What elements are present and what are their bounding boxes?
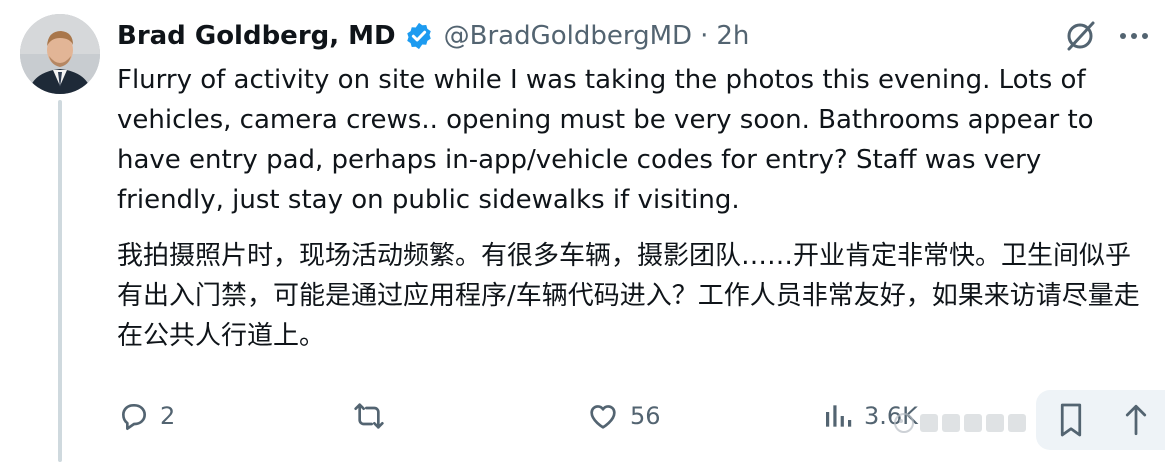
author-name[interactable]: Brad Goldberg, MD	[117, 21, 396, 51]
post-time[interactable]: 2h	[716, 21, 749, 51]
like-button[interactable]: 56	[586, 400, 661, 432]
views-icon	[826, 405, 852, 427]
post-text-english: Flurry of activity on site while I was t…	[117, 65, 1094, 215]
bookmark-icon	[1060, 403, 1082, 437]
reply-icon	[122, 404, 146, 430]
separator-dot: ·	[700, 21, 709, 51]
repost-button[interactable]	[352, 400, 396, 432]
more-icon[interactable]	[1114, 20, 1154, 52]
repost-icon	[354, 403, 384, 429]
share-icon	[1125, 404, 1146, 436]
verified-badge-icon[interactable]	[404, 21, 434, 51]
watermark	[890, 405, 1038, 441]
avatar[interactable]	[20, 14, 100, 94]
share-button[interactable]	[1106, 390, 1165, 450]
post-text-chinese: 我拍摄照片时，现场活动频繁。有很多车辆，摄影团队……开业肯定非常快。卫生间似乎有…	[117, 241, 1140, 351]
bookmark-button[interactable]	[1036, 390, 1106, 450]
reply-count: 2	[160, 402, 176, 430]
grok-icon[interactable]	[1062, 18, 1098, 54]
reply-button[interactable]: 2	[118, 400, 175, 432]
author-handle[interactable]: @BradGoldbergMD	[444, 21, 692, 51]
like-count: 56	[630, 402, 661, 430]
like-icon	[590, 405, 616, 429]
post-header: Brad Goldberg, MD @BradGoldbergMD · 2h	[117, 16, 749, 56]
